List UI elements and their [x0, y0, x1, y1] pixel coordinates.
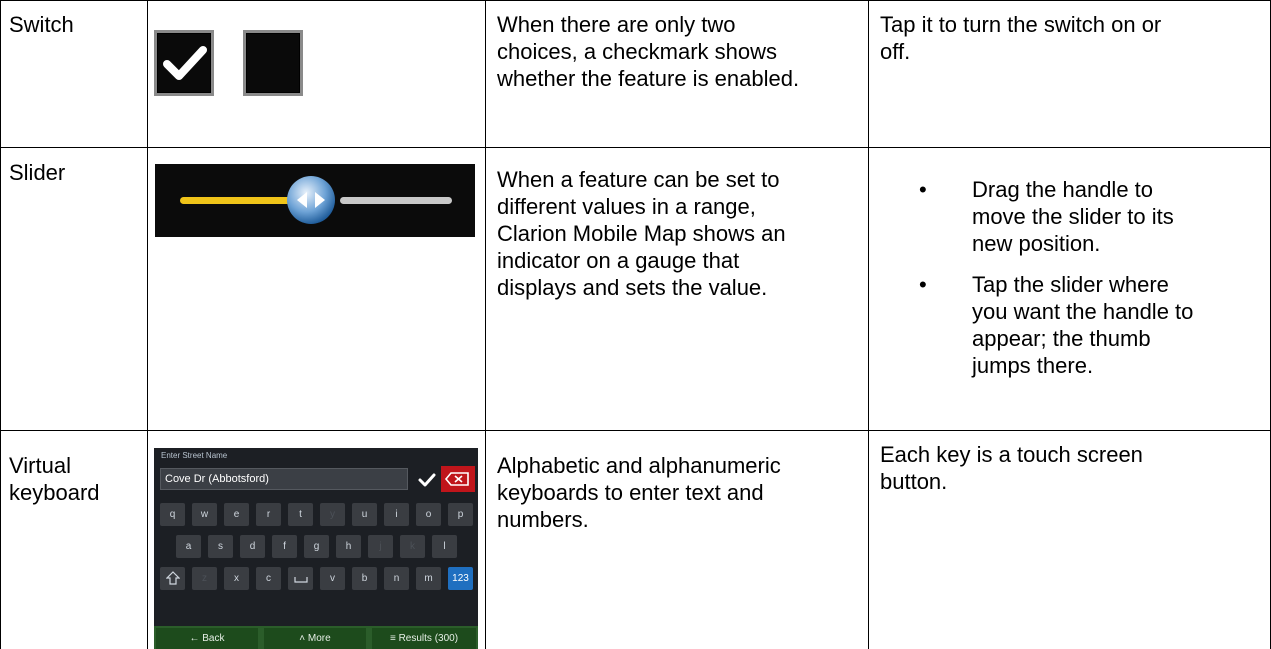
key-a[interactable]: a — [176, 535, 201, 558]
list-item: • Tap the slider where you want the hand… — [919, 272, 1194, 378]
key-m[interactable]: m — [416, 567, 441, 590]
key-n[interactable]: n — [384, 567, 409, 590]
key-j[interactable]: j — [368, 535, 393, 558]
key-x[interactable]: x — [224, 567, 249, 590]
key-z[interactable]: z — [192, 567, 217, 590]
key-u[interactable]: u — [352, 503, 377, 526]
keyboard-usage: Each key is a touch screen button. — [880, 442, 1143, 494]
column-divider — [868, 0, 869, 649]
shift-arrow-icon — [165, 571, 180, 585]
row-name-switch: Switch — [9, 12, 74, 37]
key-g[interactable]: g — [304, 535, 329, 558]
key-o[interactable]: o — [416, 503, 441, 526]
numeric-key[interactable]: 123 — [448, 567, 473, 590]
key-k[interactable]: k — [400, 535, 425, 558]
slider[interactable] — [155, 164, 475, 237]
bullet-icon: • — [919, 272, 927, 297]
slider-usage-list: • Drag the handle to move the slider to … — [919, 176, 1194, 393]
more-label: More — [307, 633, 331, 644]
switch-usage: Tap it to turn the switch on or off. — [880, 12, 1162, 64]
slider-description: When a feature can be set to different v… — [497, 167, 786, 300]
key-c[interactable]: c — [256, 567, 281, 590]
back-button[interactable]: ← Back — [156, 628, 258, 649]
keyboard-description: Alphabetic and alphanumeric keyboards to… — [497, 453, 781, 532]
input-value: Cove Dr (Abbotsford) — [165, 473, 269, 485]
key-w[interactable]: w — [192, 503, 217, 526]
key-h[interactable]: h — [336, 535, 361, 558]
street-name-input[interactable]: Cove Dr (Abbotsford) — [160, 468, 408, 490]
row-divider — [0, 0, 1271, 1]
switch-checked[interactable] — [154, 30, 214, 96]
key-v[interactable]: v — [320, 567, 345, 590]
virtual-keyboard: Enter Street Name Cove Dr (Abbotsford) q… — [154, 448, 478, 649]
space-key[interactable] — [288, 567, 313, 590]
key-p[interactable]: p — [448, 503, 473, 526]
shift-key[interactable] — [160, 567, 185, 590]
back-label: Back — [202, 633, 225, 644]
key-l[interactable]: l — [432, 535, 457, 558]
key-t[interactable]: t — [288, 503, 313, 526]
space-icon — [293, 577, 308, 583]
list-item: • Drag the handle to move the slider to … — [919, 177, 1174, 256]
left-right-arrows-icon — [297, 192, 325, 208]
key-e[interactable]: e — [224, 503, 249, 526]
confirm-check-icon[interactable] — [417, 470, 437, 490]
key-y[interactable]: y — [320, 503, 345, 526]
row-divider — [0, 147, 1271, 148]
key-r[interactable]: r — [256, 503, 281, 526]
key-q[interactable]: q — [160, 503, 185, 526]
switch-description: When there are only two choices, a check… — [497, 12, 800, 91]
key-d[interactable]: d — [240, 535, 265, 558]
key-s[interactable]: s — [208, 535, 233, 558]
bullet-icon: • — [919, 177, 927, 202]
results-button[interactable]: ≡ Results (300) — [372, 628, 476, 649]
more-button[interactable]: ˄ More — [264, 628, 366, 649]
key-i[interactable]: i — [384, 503, 409, 526]
column-divider — [147, 0, 148, 649]
delete-key[interactable] — [441, 466, 475, 492]
key-f[interactable]: f — [272, 535, 297, 558]
checkmark-icon — [163, 46, 207, 80]
slider-track-empty — [340, 197, 452, 204]
feature-table: Switch When there are only two choices, … — [0, 0, 1271, 649]
keyboard-title: Enter Street Name — [161, 451, 228, 460]
row-divider — [0, 430, 1271, 431]
row-name-keyboard: Virtual keyboard — [9, 453, 100, 505]
column-divider — [0, 0, 1, 649]
row-name-slider: Slider — [9, 160, 66, 185]
switch-unchecked[interactable] — [243, 30, 303, 96]
column-divider — [485, 0, 486, 649]
key-b[interactable]: b — [352, 567, 377, 590]
list-icon: ≡ — [389, 633, 399, 644]
results-label: Results (300) — [398, 633, 459, 644]
backspace-icon — [444, 472, 469, 486]
arrow-left-icon: ← — [189, 633, 203, 644]
chevron-up-icon: ˄ — [299, 633, 308, 644]
slider-handle[interactable] — [287, 176, 335, 224]
